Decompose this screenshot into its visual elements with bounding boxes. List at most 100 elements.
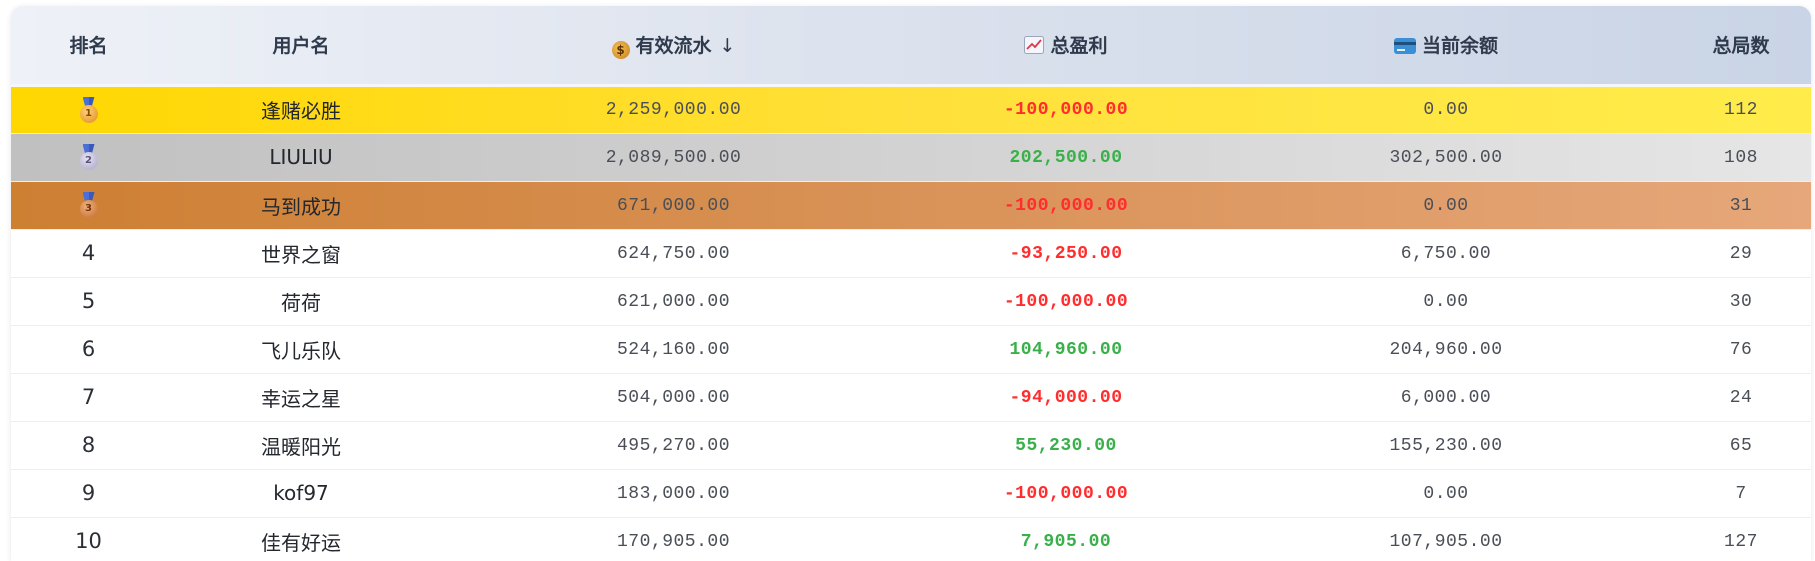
balance-value: 0.00: [1423, 195, 1469, 216]
table-row[interactable]: 1 逢赌必胜 2,259,000.00 -100,000.00 0.00 112: [11, 85, 1811, 133]
table-row[interactable]: 2 LIULIU 2,089,500.00 202,500.00 302,500.00 1…: [11, 133, 1811, 181]
third-place-medal-icon: 3: [78, 192, 100, 218]
games-value: 7: [1735, 483, 1747, 504]
profit-value-cell: 104,960.00: [911, 325, 1221, 373]
balance-value-cell: 6,750.00: [1221, 229, 1671, 277]
column-header-games-label: 总局数: [1712, 35, 1770, 58]
table-header: 排名 用户名 $ 有效流水 ↓ 总盈利 当前余额 总局数: [11, 6, 1811, 87]
balance-value-cell: 107,905.00: [1221, 517, 1671, 561]
games-value: 108: [1724, 147, 1758, 168]
rank-cell: 2: [11, 133, 166, 181]
rank-cell: 1: [11, 85, 166, 133]
table-body: 1 逢赌必胜 2,259,000.00 -100,000.00 0.00 112 2 LIUL…: [11, 85, 1811, 561]
games-value: 31: [1729, 195, 1753, 216]
rank-cell: 9: [11, 469, 166, 517]
column-header-balance[interactable]: 当前余额: [1221, 6, 1671, 87]
profit-value-cell: 202,500.00: [911, 133, 1221, 181]
username: 荷荷: [281, 290, 321, 315]
balance-value-cell: 0.00: [1221, 277, 1671, 325]
leaderboard-panel: 排名 用户名 $ 有效流水 ↓ 总盈利 当前余额 总局数 1 逢赌必胜 2,25…: [11, 6, 1811, 561]
table-row[interactable]: 5 荷荷 621,000.00 -100,000.00 0.00 30: [11, 277, 1811, 325]
games-value: 112: [1724, 100, 1758, 120]
column-header-username[interactable]: 用户名: [166, 6, 436, 87]
table-row[interactable]: 8 温暖阳光 495,270.00 55,230.00 155,230.00 65: [11, 421, 1811, 469]
table-row[interactable]: 3 马到成功 671,000.00 -100,000.00 0.00 31: [11, 181, 1811, 229]
rank-cell: 5: [11, 277, 166, 325]
games-value-cell: 76: [1671, 325, 1811, 373]
rank-cell: 3: [11, 181, 166, 229]
rank-number: 8: [81, 433, 96, 457]
rank-number: 7: [81, 385, 96, 409]
balance-value-cell: 302,500.00: [1221, 133, 1671, 181]
flow-value-cell: 624,750.00: [436, 229, 911, 277]
profit-value-cell: -94,000.00: [911, 373, 1221, 421]
games-value: 76: [1729, 339, 1753, 360]
username: 逢赌必胜: [261, 99, 341, 123]
games-value: 29: [1729, 243, 1753, 264]
flow-value-cell: 170,905.00: [436, 517, 911, 561]
games-value: 24: [1729, 387, 1753, 408]
balance-value-cell: 0.00: [1221, 181, 1671, 229]
username-cell: 幸运之星: [166, 373, 436, 421]
profit-value: 202,500.00: [1009, 147, 1123, 168]
header-row: 排名 用户名 $ 有效流水 ↓ 总盈利 当前余额 总局数: [11, 6, 1811, 87]
flow-value: 671,000.00: [616, 195, 731, 216]
flow-value: 2,089,500.00: [605, 147, 742, 168]
flow-value: 183,000.00: [616, 483, 731, 504]
balance-value-cell: 155,230.00: [1221, 421, 1671, 469]
table-row[interactable]: 9 kof97 183,000.00 -100,000.00 0.00 7: [11, 469, 1811, 517]
flow-value-cell: 671,000.00: [436, 181, 911, 229]
rank-cell: 6: [11, 325, 166, 373]
games-value-cell: 112: [1671, 85, 1811, 133]
second-place-medal-icon: 2: [78, 144, 100, 170]
profit-value: -100,000.00: [1003, 100, 1129, 120]
balance-value: 204,960.00: [1389, 339, 1503, 360]
username-cell: LIULIU: [166, 133, 436, 181]
username: 世界之窗: [261, 242, 341, 267]
balance-value: 302,500.00: [1389, 147, 1503, 168]
leaderboard-table: 排名 用户名 $ 有效流水 ↓ 总盈利 当前余额 总局数 1 逢赌必胜 2,25…: [11, 6, 1811, 561]
balance-value: 0.00: [1423, 483, 1469, 504]
medal-number: 2: [79, 152, 98, 170]
balance-value: 0.00: [1423, 291, 1469, 312]
flow-value: 524,160.00: [616, 339, 731, 360]
rank-number: 10: [75, 529, 102, 553]
profit-value: -100,000.00: [1003, 483, 1129, 504]
games-value-cell: 31: [1671, 181, 1811, 229]
username-cell: 马到成功: [166, 181, 436, 229]
table-row[interactable]: 4 世界之窗 624,750.00 -93,250.00 6,750.00 29: [11, 229, 1811, 277]
games-value: 30: [1729, 291, 1753, 312]
column-header-games[interactable]: 总局数: [1671, 6, 1811, 87]
profit-value: -100,000.00: [1003, 291, 1129, 312]
column-header-profit[interactable]: 总盈利: [911, 6, 1221, 87]
chart-increasing-icon: [1024, 35, 1045, 59]
games-value-cell: 30: [1671, 277, 1811, 325]
username: 佳有好运: [261, 530, 341, 555]
username-cell: kof97: [166, 469, 436, 517]
balance-value-cell: 0.00: [1221, 85, 1671, 133]
rank-cell: 4: [11, 229, 166, 277]
flow-value-cell: 183,000.00: [436, 469, 911, 517]
flow-value: 621,000.00: [616, 291, 731, 312]
table-row[interactable]: 10 佳有好运 170,905.00 7,905.00 107,905.00 127: [11, 517, 1811, 561]
flow-value-cell: 2,259,000.00: [436, 85, 911, 133]
games-value-cell: 24: [1671, 373, 1811, 421]
games-value: 127: [1724, 531, 1758, 552]
sort-descending-icon: ↓: [719, 34, 736, 57]
column-header-rank[interactable]: 排名: [11, 6, 166, 87]
username-cell: 逢赌必胜: [166, 85, 436, 133]
flow-value: 624,750.00: [616, 243, 731, 264]
profit-value-cell: -100,000.00: [911, 181, 1221, 229]
profit-value: -93,250.00: [1009, 243, 1123, 264]
table-row[interactable]: 6 飞儿乐队 524,160.00 104,960.00 204,960.00 76: [11, 325, 1811, 373]
flow-value-cell: 504,000.00: [436, 373, 911, 421]
column-header-flow-label: 有效流水: [635, 34, 712, 57]
rank-cell: 7: [11, 373, 166, 421]
profit-value: 7,905.00: [1020, 531, 1112, 552]
credit-card-icon: [1393, 38, 1416, 55]
games-value: 65: [1729, 435, 1753, 456]
table-row[interactable]: 7 幸运之星 504,000.00 -94,000.00 6,000.00 24: [11, 373, 1811, 421]
games-value-cell: 7: [1671, 469, 1811, 517]
profit-value-cell: -100,000.00: [911, 277, 1221, 325]
column-header-flow[interactable]: $ 有效流水 ↓: [436, 6, 911, 87]
